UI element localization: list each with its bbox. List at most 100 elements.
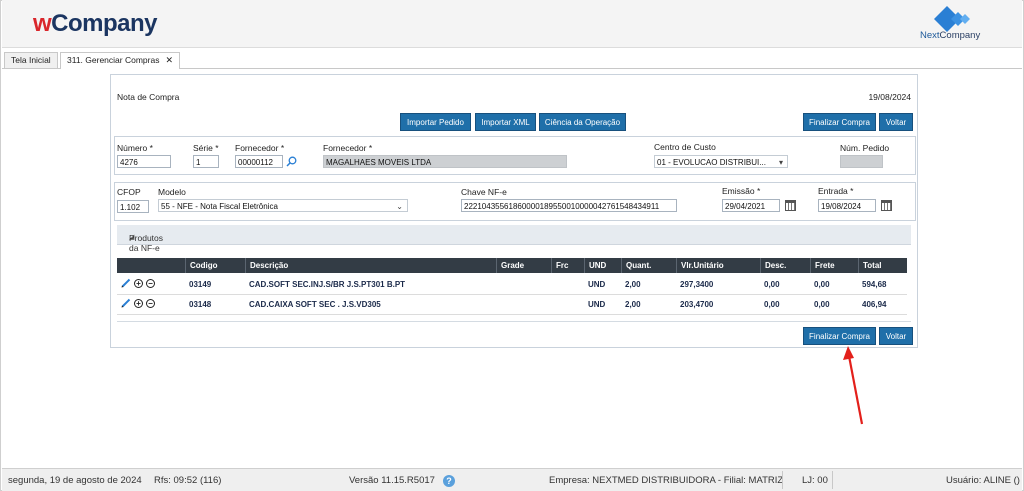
invoice-fields-group: CFOP 1.102 Modelo 55 - NFE - Nota Fiscal… xyxy=(114,182,916,221)
cell-quant: 2,00 xyxy=(625,300,641,309)
col-vlr-unitario[interactable]: Vlr.Unitário xyxy=(676,258,760,273)
status-store: LJ: 00 xyxy=(802,475,828,486)
cost-center-label: Centro de Custo xyxy=(654,142,716,152)
back-top-button[interactable]: Voltar xyxy=(879,113,913,131)
cell-vlr-unitario: 297,3400 xyxy=(680,280,714,289)
chevron-down-icon: ⌄ xyxy=(396,202,403,211)
col-desc[interactable]: Desc. xyxy=(760,258,810,273)
number-input[interactable]: 4276 xyxy=(117,155,171,168)
entry-date-label: Entrada * xyxy=(818,186,854,196)
tab-bar: Tela Inicial 311. Gerenciar Compras ✕ xyxy=(2,52,1022,69)
cell-descricao: CAD.CAIXA SOFT SEC . J.S.VD305 xyxy=(249,300,381,309)
current-date: 19/08/2024 xyxy=(868,92,911,102)
nextcompany-name: NextCompany xyxy=(920,30,981,41)
status-separator xyxy=(782,471,783,489)
col-descricao[interactable]: Descrição xyxy=(245,258,496,273)
cell-total: 594,68 xyxy=(862,280,887,289)
status-company: Empresa: NEXTMED DISTRIBUIDORA - Filial:… xyxy=(549,475,784,486)
cell-frete: 0,00 xyxy=(814,300,830,309)
add-circle-icon[interactable]: + xyxy=(134,279,143,288)
edit-pencil-icon[interactable] xyxy=(121,278,131,288)
nextcompany-logo: NextCompany xyxy=(920,6,986,44)
series-label: Série * xyxy=(193,143,219,153)
close-tab-icon[interactable]: ✕ xyxy=(165,55,173,65)
products-section-header[interactable]: ◢ Produtos da NF-e xyxy=(117,225,911,253)
cell-frc xyxy=(551,295,555,314)
cell-frete: 0,00 xyxy=(814,280,830,289)
finalize-purchase-top-button[interactable]: Finalizar Compra xyxy=(803,113,876,131)
series-input[interactable]: 1 xyxy=(193,155,219,168)
chevron-down-icon: ▾ xyxy=(778,158,783,167)
help-icon[interactable]: ? xyxy=(443,475,455,487)
cell-und: UND xyxy=(588,300,606,309)
status-user: Usuário: ALINE () xyxy=(946,475,1020,486)
calendar-icon[interactable] xyxy=(881,200,892,211)
remove-circle-icon[interactable]: − xyxy=(146,299,155,308)
page-title: Nota de Compra xyxy=(117,92,180,102)
cfop-input[interactable]: 1.102 xyxy=(117,200,149,213)
cell-descricao: CAD.SOFT SEC.INJ.S/BR J.S.PT301 B.PT xyxy=(249,280,406,289)
nextcompany-diamond-icon xyxy=(934,6,970,32)
nfe-key-input[interactable]: 2221043556186000018955001000004276154843… xyxy=(461,199,677,212)
finalize-purchase-bottom-button[interactable]: Finalizar Compra xyxy=(803,327,876,345)
supplier-fields-group: Número * 4276 Série * 1 Fornecedor * 000… xyxy=(114,136,916,175)
tab-manage-purchases[interactable]: 311. Gerenciar Compras ✕ xyxy=(60,52,180,69)
order-number-label: Núm. Pedido xyxy=(840,143,890,153)
col-total[interactable]: Total xyxy=(858,258,907,273)
col-frete[interactable]: Frete xyxy=(810,258,858,273)
cell-desc: 0,00 xyxy=(764,280,780,289)
cell-grade xyxy=(496,295,500,314)
issue-date-label: Emissão * xyxy=(722,186,761,196)
entry-date-input[interactable]: 19/08/2024 xyxy=(818,199,876,212)
operation-ack-button[interactable]: Ciência da Operação xyxy=(539,113,626,131)
tab-home[interactable]: Tela Inicial xyxy=(4,52,58,68)
wcompany-logo[interactable]: wCompany xyxy=(33,10,158,38)
col-actions xyxy=(117,258,185,273)
cell-quant: 2,00 xyxy=(625,280,641,289)
section-title: Produtos da NF-e xyxy=(129,233,164,253)
table-row[interactable]: + − 03148 CAD.CAIXA SOFT SEC . J.S.VD305… xyxy=(117,295,907,315)
col-frc[interactable]: Frc xyxy=(551,258,584,273)
table-row[interactable]: + − 03149 CAD.SOFT SEC.INJ.S/BR J.S.PT30… xyxy=(117,275,907,295)
supplier-name-label: Fornecedor * xyxy=(323,143,373,153)
remove-circle-icon[interactable]: − xyxy=(146,279,155,288)
status-bar: segunda, 19 de agosto de 2024 Rfs: 09:52… xyxy=(2,468,1022,491)
import-xml-button[interactable]: Importar XML xyxy=(475,113,536,131)
supplier-code-label: Fornecedor * xyxy=(235,143,285,153)
col-grade[interactable]: Grade xyxy=(496,258,551,273)
back-bottom-button[interactable]: Voltar xyxy=(879,327,913,345)
supplier-name-input: MAGALHAES MOVEIS LTDA xyxy=(323,155,567,168)
table-header: Codigo Descrição Grade Frc UND Quant. Vl… xyxy=(117,258,907,273)
add-circle-icon[interactable]: + xyxy=(134,299,143,308)
search-icon[interactable] xyxy=(286,156,297,167)
col-und[interactable]: UND xyxy=(584,258,621,273)
cell-codigo: 03148 xyxy=(189,300,212,309)
cell-total: 406,94 xyxy=(862,300,887,309)
panel-divider xyxy=(117,321,911,322)
nfe-key-label: Chave NF-e xyxy=(461,187,507,197)
calendar-icon[interactable] xyxy=(785,200,796,211)
col-codigo[interactable]: Codigo xyxy=(185,258,245,273)
issue-date-input[interactable]: 29/04/2021 xyxy=(722,199,780,212)
supplier-code-input[interactable]: 00000112 xyxy=(235,155,283,168)
cell-grade xyxy=(496,275,500,294)
model-select[interactable]: 55 - NFE - Nota Fiscal Eletrônica ⌄ xyxy=(158,199,408,212)
cfop-label: CFOP xyxy=(117,187,141,197)
order-number-input xyxy=(840,155,883,168)
model-label: Modelo xyxy=(158,187,186,197)
col-quant[interactable]: Quant. xyxy=(621,258,676,273)
edit-pencil-icon[interactable] xyxy=(121,298,131,308)
import-order-button[interactable]: Importar Pedido xyxy=(400,113,471,131)
status-separator xyxy=(832,471,833,489)
cell-vlr-unitario: 203,4700 xyxy=(680,300,714,309)
annotation-arrow xyxy=(843,346,864,425)
status-date: segunda, 19 de agosto de 2024 xyxy=(8,475,142,486)
cell-und: UND xyxy=(588,280,606,289)
number-label: Número * xyxy=(117,143,153,153)
status-rfs: Rfs: 09:52 (116) xyxy=(154,475,222,486)
cell-frc xyxy=(551,275,555,294)
cost-center-select[interactable]: 01 - EVOLUCAO DISTRIBUI... ▾ xyxy=(654,155,788,168)
app-header: wCompany NextCompany xyxy=(2,0,1022,48)
cell-codigo: 03149 xyxy=(189,280,212,289)
status-version: Versão 11.15.R5017 xyxy=(349,475,435,486)
